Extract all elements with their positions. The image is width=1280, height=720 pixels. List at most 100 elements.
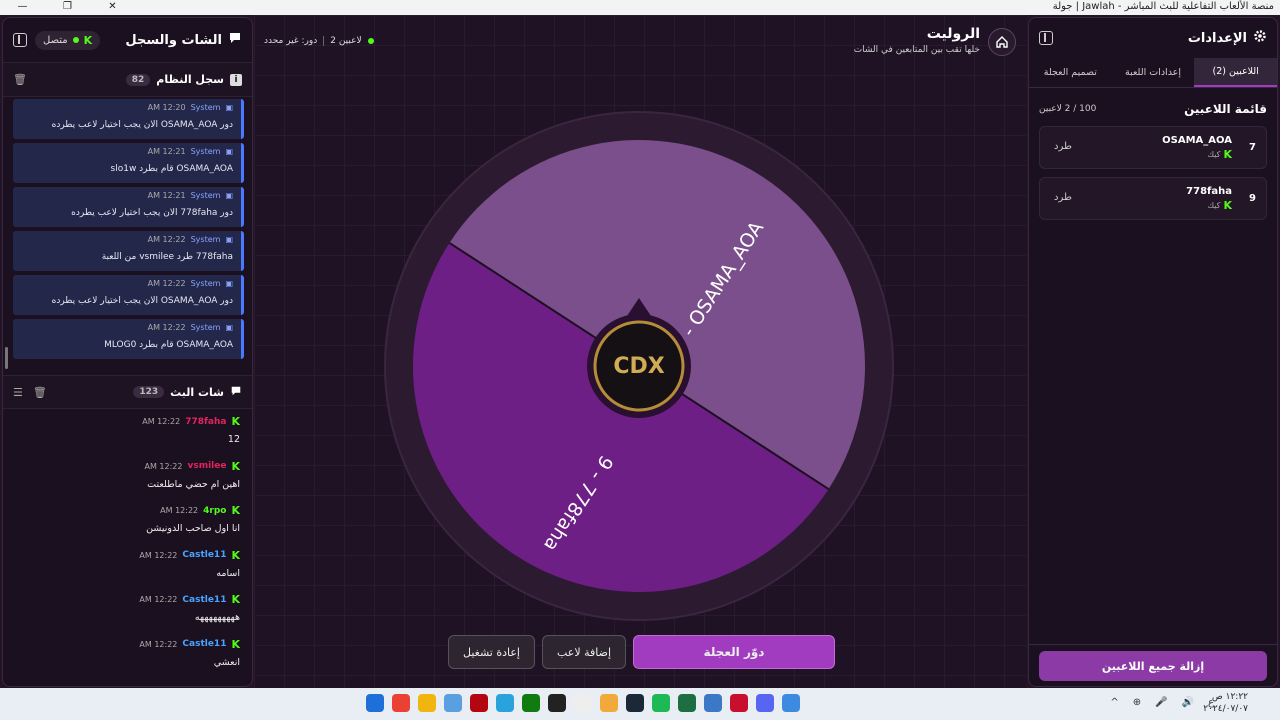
chat-message-meta: K Castle11 12:22 AM: [15, 549, 240, 562]
windows-icon[interactable]: [366, 694, 384, 712]
home-icon: [996, 36, 1008, 48]
kick-player-button[interactable]: طرد: [1054, 192, 1072, 203]
chat-panel-controls: K متصل: [13, 30, 101, 50]
turn-status: دور: غير محدد: [264, 36, 318, 46]
excel-icon[interactable]: [678, 694, 696, 712]
add-player-button[interactable]: إضافة لاعب: [541, 635, 627, 669]
chat-time: 12:22 AM: [139, 639, 178, 649]
chat-panel-title-text: الشات والسجل: [125, 32, 222, 48]
system-log-item: ▣ System 12:22 AM OSAMA_AOA قام بطرد MLOG0: [13, 319, 244, 359]
chat-message: K 4rpo 12:22 AM انا اول صاحب الدونيشن: [15, 504, 240, 549]
netflix-icon[interactable]: [470, 694, 488, 712]
minimize-button[interactable]: —: [0, 0, 45, 14]
tray-item[interactable]: 🎤: [1155, 697, 1167, 708]
kick-player-button[interactable]: طرد: [1054, 141, 1072, 152]
system-log-header: i سجل النظام 82 🗑: [3, 63, 252, 97]
obs-icon[interactable]: [548, 694, 566, 712]
app-area: الشات والسجل K متصل i سجل النظام 82 🗑 ▣ S…: [0, 15, 1280, 688]
tray-item[interactable]: 🔊: [1182, 697, 1194, 708]
settings-tabs: اللاعبين (2) إعدادات اللعبة تصميم العجلة: [1029, 58, 1277, 88]
players-list-title: قائمة اللاعبين: [1184, 102, 1267, 116]
close-button[interactable]: ✕: [90, 0, 135, 14]
window-titlebar: منصة الألعاب التفاعلية للبث المباشر - Ja…: [0, 0, 1280, 15]
telegram-icon[interactable]: [496, 694, 514, 712]
home-button[interactable]: [988, 28, 1016, 56]
chat-message-meta: K 778faha 12:22 AM: [15, 415, 240, 428]
system-badge-icon: ▣: [225, 103, 233, 112]
system-log-sender: System: [190, 147, 221, 156]
chat-message: Kvsmilee 12:22 AM اهين ام حضي ماطلعتت: [15, 460, 241, 505]
chat-panel-title: الشات والسجل: [125, 31, 242, 49]
maximize-button[interactable]: ❐: [45, 0, 90, 14]
roulette-wheel-svg: 7 - OSAMA_AOA9 - 778faha CDX: [384, 111, 894, 621]
clear-chat-trash-icon[interactable]: 🗑: [33, 386, 47, 399]
player-name: 778faha: [1186, 185, 1232, 197]
xbox-icon[interactable]: [522, 694, 540, 712]
player-name: OSAMA_AOA: [1162, 134, 1232, 146]
cdx-logo: CDX: [613, 354, 664, 379]
files-icon[interactable]: [418, 694, 436, 712]
kick-logo-icon: K: [1223, 198, 1232, 212]
chat-message: K Castle11 12:22 AM هههههههههه: [15, 593, 240, 638]
kick-logo-icon: K: [231, 415, 240, 428]
connection-status-label: متصل: [43, 34, 68, 46]
online-dot-icon: [367, 38, 374, 44]
bird-icon[interactable]: [444, 694, 462, 712]
clear-log-trash-icon[interactable]: 🗑: [13, 73, 27, 86]
steam-icon[interactable]: [626, 694, 644, 712]
spin-wheel-button[interactable]: دوّر العجلة: [633, 635, 836, 669]
player-platform-label: كيك: [1207, 149, 1221, 159]
chat-message: K Castle11 12:22 AM اسامه: [15, 549, 240, 594]
spotify-icon[interactable]: [652, 694, 670, 712]
align-menu-icon[interactable]: ☰: [13, 386, 23, 399]
tab-game-settings[interactable]: إعدادات اللعبة: [1112, 58, 1195, 87]
chat-username[interactable]: Castle11: [182, 639, 226, 649]
notes-icon[interactable]: [782, 694, 800, 712]
hello-icon[interactable]: [600, 694, 618, 712]
kick-logo-icon: K: [231, 504, 240, 517]
system-log-count: 82: [125, 73, 151, 86]
clock-date: ٢٠٢٤/٠٧/٠٧: [1203, 704, 1248, 714]
chat-text: اهين ام حضي ماطلعتت: [147, 478, 240, 490]
scrollbar[interactable]: [5, 347, 8, 369]
chat-text: انا اول صاحب الدونيشن: [146, 523, 240, 534]
chrome-icon[interactable]: [392, 694, 410, 712]
chat-username[interactable]: 778faha: [185, 417, 226, 427]
chat-time: 12:22 AM: [160, 506, 199, 515]
app-icon[interactable]: [704, 694, 722, 712]
system-log-text: دور 778faha الان يجب اختيار لاعب يطرده: [71, 208, 233, 218]
discord-icon[interactable]: [756, 694, 774, 712]
chat-username[interactable]: vsmilee: [187, 461, 226, 471]
collapse-panel-icon[interactable]: [13, 33, 27, 47]
tab-players[interactable]: اللاعبين (2): [1194, 58, 1277, 87]
window-title: منصة الألعاب التفاعلية للبث المباشر - Ja…: [1052, 1, 1274, 12]
chat-message-meta: K Castle11 12:22 AM: [15, 638, 240, 651]
players-list-header: قائمة اللاعبين 100 / 2 لاعبين: [1029, 88, 1277, 126]
system-log-meta: ▣ System 12:22 AM: [21, 235, 233, 244]
system-log-meta: ▣ System 12:21 AM: [21, 191, 233, 200]
remove-all-players-button[interactable]: إزالة جميع اللاعبين: [1039, 651, 1267, 681]
chat-time: 12:22 AM: [139, 550, 178, 560]
chat-username[interactable]: Castle11: [182, 595, 226, 605]
restart-button[interactable]: إعادة تشغيل: [448, 635, 535, 669]
collapse-panel-icon[interactable]: [1039, 31, 1053, 45]
chat-username[interactable]: Castle11: [182, 550, 226, 560]
game-icon[interactable]: [730, 694, 748, 712]
system-badge-icon: ▣: [225, 279, 233, 288]
game-title: الرولیت: [926, 26, 980, 42]
tray-item[interactable]: ⊕: [1133, 697, 1141, 708]
system-log-sender: System: [190, 323, 221, 332]
kick-logo-icon: K: [83, 33, 93, 47]
system-log-text: دور OSAMA_AOA الان يجب اختيار لاعب يطرده: [51, 296, 233, 306]
stream-chat-list: K 778faha 12:22 AM 12 Kvsmilee 12:22 AM اهين ا…: [3, 409, 252, 686]
chat-username[interactable]: 4rpo: [203, 506, 226, 516]
clock-time: ١٢:٢٢ ص: [1211, 692, 1248, 702]
system-log-time: 12:22 AM: [147, 235, 186, 244]
roulette-wheel[interactable]: 7 - OSAMA_AOA 9 - 778faha CDX: [383, 110, 895, 622]
system-log-text: OSAMA_AOA قام بطرد MLOG0: [104, 340, 233, 350]
tab-wheel-design[interactable]: تصميم العجلة: [1029, 58, 1112, 87]
chat-icon[interactable]: [574, 694, 592, 712]
game-stats: دور: غير محدد 2 لاعبين: [264, 36, 374, 46]
tray-item[interactable]: ^: [1110, 697, 1118, 708]
settings-header: الإعدادات: [1029, 18, 1277, 58]
